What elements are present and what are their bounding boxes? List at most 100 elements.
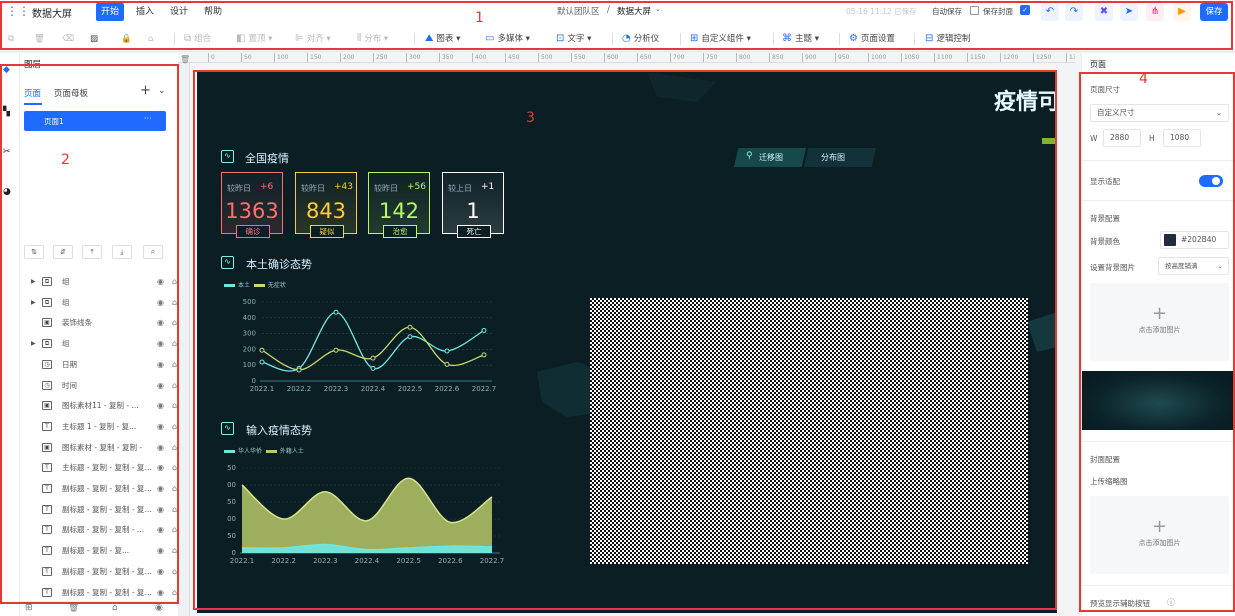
delete-layer-icon[interactable]: 🗑 <box>68 603 79 613</box>
chart-button[interactable]: ⛰ 图表 ▾ <box>425 31 460 47</box>
bg-image-upload[interactable]: + 点击添加图片 <box>1090 283 1229 361</box>
lock-icon[interactable]: ⌂ <box>172 313 177 333</box>
resources-icon[interactable]: ◕ <box>3 187 11 197</box>
theme-button[interactable]: ⌘ 主题 ▾ <box>782 31 819 47</box>
width-input[interactable]: 2880 <box>1103 129 1141 147</box>
layer-row[interactable]: T 副标题 - 复制 - 复制 - 复制 - ◉ ⌂ <box>20 479 178 499</box>
text-button[interactable]: ⊡ 文字 ▾ <box>556 31 591 47</box>
layer-row[interactable]: ◷ 时间 ◉ ⌂ <box>20 376 178 396</box>
menu-insert[interactable]: 插入 <box>131 3 159 21</box>
search-icon[interactable]: ⌕ <box>143 245 163 259</box>
stat-card[interactable]: 较昨日 +56 142 治愈 <box>368 172 430 238</box>
analyzer-button[interactable]: ◔ 分析仪 <box>622 31 659 47</box>
lock-icon[interactable]: ⌂ <box>172 458 177 478</box>
lock-icon[interactable]: ⌂ <box>172 541 177 561</box>
bg-color-picker[interactable]: #202B40 <box>1160 231 1229 249</box>
map-tab-distribution[interactable]: 分布图 <box>804 148 876 167</box>
eye-icon[interactable]: ◉ <box>157 355 164 375</box>
save-cover-checked-checkbox[interactable]: ✓ <box>1020 5 1030 15</box>
menu-start[interactable]: 开始 <box>96 3 125 21</box>
move-up-icon[interactable]: ⇅ <box>24 245 44 259</box>
copy-icon[interactable]: ⧉ <box>8 31 14 47</box>
lock-icon[interactable]: ⌂ <box>172 355 177 375</box>
national-title[interactable]: 全国疫情 <box>245 150 289 166</box>
layer-row[interactable]: T 主标题 - 复制 - 复制 - 复制 - ◉ ⌂ <box>20 458 178 478</box>
layer-row[interactable]: ▣ 图标素材11 - 复制 - ... ◉ ⌂ <box>20 396 178 416</box>
lock-icon[interactable]: ⌂ <box>172 520 177 540</box>
page-size-select[interactable]: 自定义尺寸 ⌄ <box>1090 104 1229 122</box>
bg-image-mode-select[interactable]: 按高度铺满 ⌄ <box>1158 257 1229 275</box>
line-chart-title[interactable]: 本土确诊态势 <box>246 256 312 272</box>
area-chart[interactable]: 0 50 100 150 200 250 2022.1 2022.2 2022.3 2022.4 2… <box>227 460 527 570</box>
publish-icon[interactable]: ➤ <box>1120 3 1138 21</box>
layer-row[interactable]: ▣ 图标素材 - 复制 - 复制 - ◉ ⌂ <box>20 438 178 458</box>
eye-icon[interactable]: ◉ <box>157 541 164 561</box>
expand-arrow-icon[interactable]: ▶ <box>31 293 36 313</box>
delete-icon[interactable]: 🗑 <box>34 31 45 47</box>
logic-control-button[interactable]: ⊟ 逻辑控制 <box>925 31 970 47</box>
move-down-icon[interactable]: ⇵ <box>53 245 73 259</box>
page-settings-button[interactable]: ⚙ 页面设置 <box>849 31 895 47</box>
chevron-down-icon[interactable]: ⌄ <box>655 5 661 13</box>
layer-row[interactable]: T 副标题 - 复制 - 复制 - 复制 - ◉ ⌂ <box>20 500 178 520</box>
tab-page-master[interactable]: 页面母板 <box>54 87 88 99</box>
map-tab-migration[interactable]: ⚲ 迁移图 <box>734 148 806 167</box>
preview-icon[interactable]: ▶ <box>1173 3 1191 21</box>
lock-icon[interactable]: ⌂ <box>172 396 177 416</box>
thumbnail-upload[interactable]: + 点击添加图片 <box>1090 496 1229 574</box>
layers-icon[interactable]: ◆ <box>3 65 10 75</box>
group-button[interactable]: ⧉ 组合 <box>184 31 211 47</box>
page-item-selected[interactable]: 页面1 ··· <box>24 111 166 131</box>
eye-icon[interactable]: ◉ <box>157 438 164 458</box>
eye-icon[interactable]: ◉ <box>157 293 164 313</box>
distribute-button[interactable]: ⫴ 分布 ▾ <box>357 31 388 47</box>
components-icon[interactable]: ▚ <box>3 107 10 117</box>
lock-icon[interactable]: ⌂ <box>172 479 177 499</box>
lock-layer-icon[interactable]: ⌂ <box>112 603 118 613</box>
layer-row[interactable]: ▶ ⧉ 组 ◉ ⌂ <box>20 334 178 354</box>
tab-page[interactable]: 页面 <box>24 87 41 99</box>
eye-icon[interactable]: ◉ <box>157 376 164 396</box>
dashboard-big-title[interactable]: 疫情可视 <box>994 84 1057 116</box>
layer-row[interactable]: T 副标题 - 复制 - 复... ◉ ⌂ <box>20 541 178 561</box>
expand-arrow-icon[interactable]: ▶ <box>31 334 36 354</box>
layer-row[interactable]: ▶ ⧉ 组 ◉ ⌂ <box>20 293 178 313</box>
stat-card[interactable]: 较昨日 +6 1363 确诊 <box>221 172 283 238</box>
more-icon[interactable]: ··· <box>144 114 152 123</box>
eye-icon[interactable]: ◉ <box>157 272 164 292</box>
layer-row[interactable]: ▶ ⧉ 组 ◉ ⌂ <box>20 272 178 292</box>
layer-row[interactable]: ◷ 日期 ◉ ⌂ <box>20 355 178 375</box>
redo-icon[interactable]: ↷ <box>1065 3 1083 21</box>
eye-icon[interactable]: ◉ <box>157 396 164 416</box>
collapse-chevron-icon[interactable]: ⌄ <box>158 86 166 96</box>
clear-icon[interactable]: ✖ <box>1095 3 1113 21</box>
line-chart[interactable]: 0 100 200 300 400 500 2022.1 2022.2 2022.3 2022.4… <box>227 294 527 394</box>
format-brush-icon[interactable]: ▨ <box>90 31 98 47</box>
layer-order-button[interactable]: ◧ 置顶 ▾ <box>236 31 272 47</box>
menu-design[interactable]: 设计 <box>165 3 193 21</box>
height-input[interactable]: 1080 <box>1163 129 1201 147</box>
media-button[interactable]: ▭ 多媒体 ▾ <box>485 31 530 47</box>
eye-icon[interactable]: ◉ <box>157 334 164 354</box>
eye-icon[interactable]: ◉ <box>157 562 164 582</box>
send-bottom-icon[interactable]: ⤓ <box>112 245 132 259</box>
lock-icon[interactable]: ⌂ <box>172 500 177 520</box>
menu-help[interactable]: 帮助 <box>199 3 227 21</box>
map-image-placeholder[interactable] <box>590 298 1028 564</box>
lock-icon[interactable]: ⌂ <box>172 334 177 354</box>
eye-icon[interactable]: ◉ <box>157 520 164 540</box>
breadcrumb-page[interactable]: 数据大屏 <box>617 5 651 17</box>
save-button[interactable]: 保存 <box>1200 3 1228 21</box>
eye-icon[interactable]: ◉ <box>157 417 164 437</box>
help-icon[interactable]: ⓘ <box>1167 597 1175 608</box>
share-icon[interactable]: ⋔ <box>1146 3 1164 21</box>
add-page-icon[interactable]: + <box>140 83 151 98</box>
area-chart-title[interactable]: 输入疫情态势 <box>246 422 312 438</box>
align-button[interactable]: ⊫ 对齐 ▾ <box>295 31 331 47</box>
eye-icon[interactable]: ◉ <box>157 479 164 499</box>
breadcrumb-team[interactable]: 默认团队区 <box>557 5 600 17</box>
tools-icon[interactable]: ✂ <box>3 147 11 157</box>
lock-icon[interactable]: ⌂ <box>172 438 177 458</box>
layer-row[interactable]: T 副标题 - 复制 - 复制 - 复制 - ◉ ⌂ <box>20 583 178 603</box>
stat-card[interactable]: 较昨日 +43 843 疑似 <box>295 172 357 238</box>
